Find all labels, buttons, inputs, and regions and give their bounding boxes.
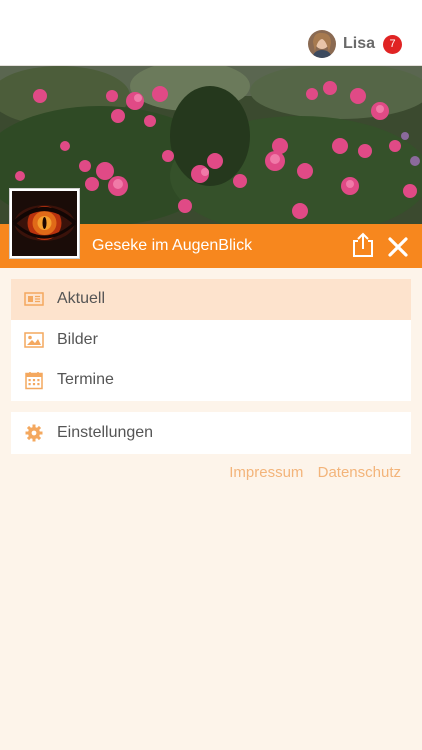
menu-item-label: Aktuell [57, 290, 106, 308]
menu-item-label: Bilder [57, 330, 98, 348]
menu-item-bilder[interactable]: Bilder [11, 320, 411, 361]
footer-links: Impressum Datenschutz [219, 464, 401, 481]
menu-item-einstellungen[interactable]: Einstellungen [11, 412, 411, 454]
app-title: Geseke im AugenBlick [92, 237, 253, 254]
datenschutz-link[interactable]: Datenschutz [318, 464, 401, 481]
top-bar: Lisa 7 [0, 0, 422, 66]
avatar[interactable] [307, 30, 336, 58]
menu-item-aktuell[interactable]: Aktuell [11, 279, 411, 320]
menu-item-label: Termine [57, 371, 114, 389]
menu-group-main: Aktuell Bilder Termine [11, 279, 411, 401]
app-logo [10, 189, 79, 258]
impressum-link[interactable]: Impressum [229, 464, 303, 481]
gear-icon [25, 424, 43, 442]
menu-item-label: Einstellungen [57, 424, 154, 441]
news-icon [24, 292, 44, 307]
menu-group-settings: Einstellungen [11, 412, 411, 454]
notification-badge[interactable]: 7 [383, 34, 402, 54]
calendar-icon [25, 372, 43, 390]
user-profile[interactable]: Lisa 7 [307, 30, 402, 58]
user-name[interactable]: Lisa [343, 35, 375, 53]
menu-item-termine[interactable]: Termine [11, 360, 411, 401]
image-icon [24, 332, 44, 348]
close-icon[interactable] [386, 235, 410, 259]
share-icon[interactable] [350, 232, 376, 258]
